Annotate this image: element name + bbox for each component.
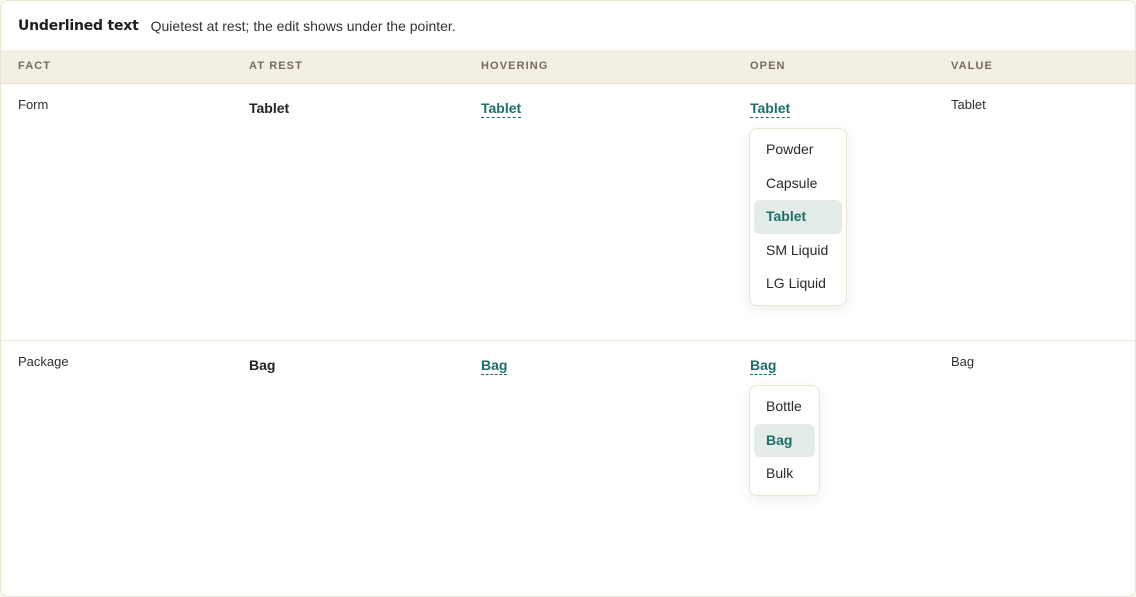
card-header: Underlined text Quietest at rest; the ed… — [1, 1, 1135, 50]
menu-option-bottle[interactable]: Bottle — [754, 390, 815, 424]
menu-option-sm-liquid[interactable]: SM Liquid — [754, 234, 842, 268]
menu-option-capsule[interactable]: Capsule — [754, 167, 842, 201]
column-header-value: VALUE — [951, 60, 993, 72]
menu-option-lg-liquid[interactable]: LG Liquid — [754, 267, 842, 301]
column-header-at-rest: AT REST — [249, 60, 303, 72]
table-row-form: Form Tablet Tablet Tablet Tablet Powder … — [1, 84, 1135, 341]
demo-card: Underlined text Quietest at rest; the ed… — [0, 0, 1136, 597]
at-rest-value-form[interactable]: Tablet — [249, 100, 289, 116]
at-rest-value-package[interactable]: Bag — [249, 357, 275, 373]
menu-option-bag[interactable]: Bag — [754, 423, 815, 457]
card-title: Underlined text — [18, 17, 139, 34]
menu-option-powder[interactable]: Powder — [754, 133, 842, 167]
fact-label-form: Form — [18, 97, 49, 112]
menu-option-tablet[interactable]: Tablet — [754, 200, 842, 234]
value-form: Tablet — [951, 97, 986, 112]
open-value-form[interactable]: Tablet — [750, 100, 791, 118]
table-row-package: Package Bag Bag Bag Bag Bottle Bag Bulk — [1, 341, 1135, 596]
column-header-fact: FACT — [18, 60, 52, 72]
menu-option-bulk[interactable]: Bulk — [754, 457, 815, 491]
table-header: FACT AT REST HOVERING OPEN VALUE — [1, 50, 1135, 84]
card-subtitle: Quietest at rest; the edit shows under t… — [150, 17, 456, 34]
column-header-hovering: HOVERING — [481, 60, 549, 72]
open-value-package[interactable]: Bag — [750, 357, 777, 375]
package-options-menu: Bottle Bag Bulk — [749, 385, 820, 496]
fact-label-package: Package — [18, 354, 69, 369]
hovering-value-form[interactable]: Tablet — [481, 100, 522, 118]
form-options-menu: Powder Capsule Tablet SM Liquid LG Liqui… — [749, 128, 847, 306]
column-header-open: OPEN — [750, 60, 786, 72]
value-package: Bag — [951, 354, 975, 369]
hovering-value-package[interactable]: Bag — [481, 357, 508, 375]
